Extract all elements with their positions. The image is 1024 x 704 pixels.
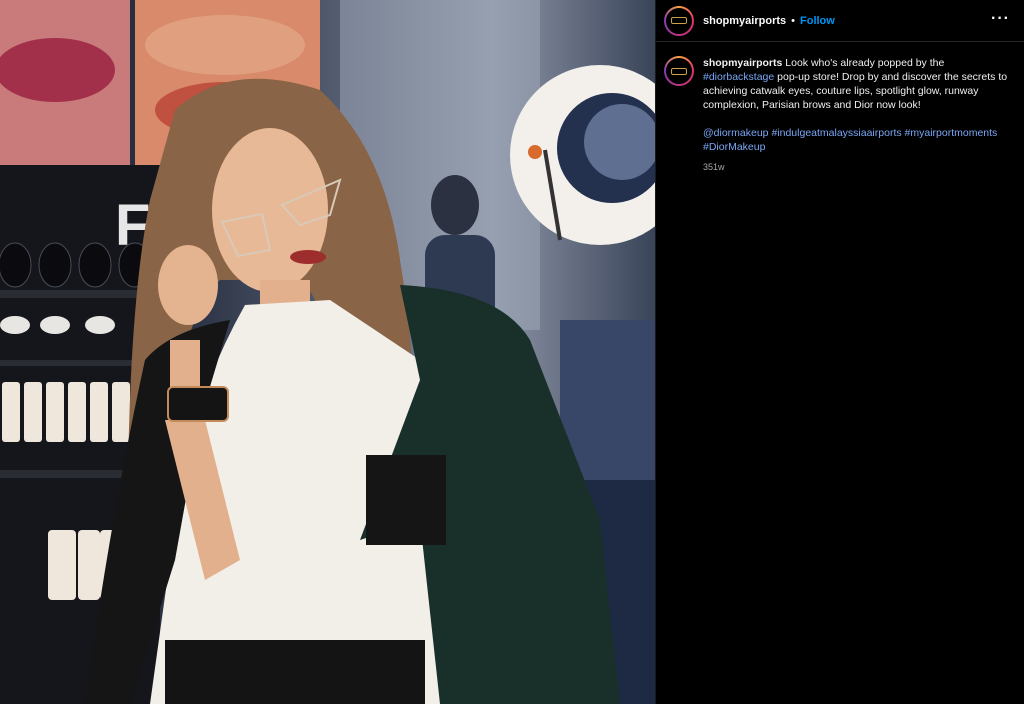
avatar-inner xyxy=(666,7,692,34)
hashtag-link[interactable]: #myairportmoments xyxy=(905,127,998,139)
photo-illustration: F xyxy=(0,0,655,704)
separator-dot: • xyxy=(791,14,795,27)
brand-logo-icon xyxy=(671,67,687,75)
more-options-icon[interactable]: ··· xyxy=(991,11,1010,27)
caption: shopmyairports Look who's already popped… xyxy=(656,42,1024,174)
post-timestamp[interactable]: 351w xyxy=(703,160,1013,174)
instagram-post: F shopmyairports • Follow ··· shopmyairp… xyxy=(0,0,1024,704)
caption-text: shopmyairports Look who's already popped… xyxy=(703,56,1013,112)
caption-tags: @diormakeup #indulgeatmalayssiaairports … xyxy=(703,126,1013,154)
post-sidebar: shopmyairports • Follow ··· shopmyairpor… xyxy=(655,0,1024,704)
mention-link[interactable]: @diormakeup xyxy=(703,127,769,139)
post-header: shopmyairports • Follow ··· xyxy=(656,0,1024,42)
caption-avatar[interactable] xyxy=(664,56,694,86)
caption-text-1: Look who's already popped by the xyxy=(785,57,945,69)
hashtag-link[interactable]: #diorbackstage xyxy=(703,71,774,83)
caption-username[interactable]: shopmyairports xyxy=(703,57,782,69)
caption-body: shopmyairports Look who's already popped… xyxy=(703,56,1013,174)
profile-avatar[interactable] xyxy=(664,5,694,36)
hashtag-link[interactable]: #DiorMakeup xyxy=(703,141,765,153)
follow-button[interactable]: Follow xyxy=(800,15,835,27)
post-photo[interactable]: F xyxy=(0,0,655,704)
username-link[interactable]: shopmyairports xyxy=(703,15,786,27)
hashtag-link[interactable]: #indulgeatmalayssiaairports xyxy=(771,127,901,139)
brand-logo-icon xyxy=(671,17,687,24)
avatar-inner xyxy=(666,58,692,84)
